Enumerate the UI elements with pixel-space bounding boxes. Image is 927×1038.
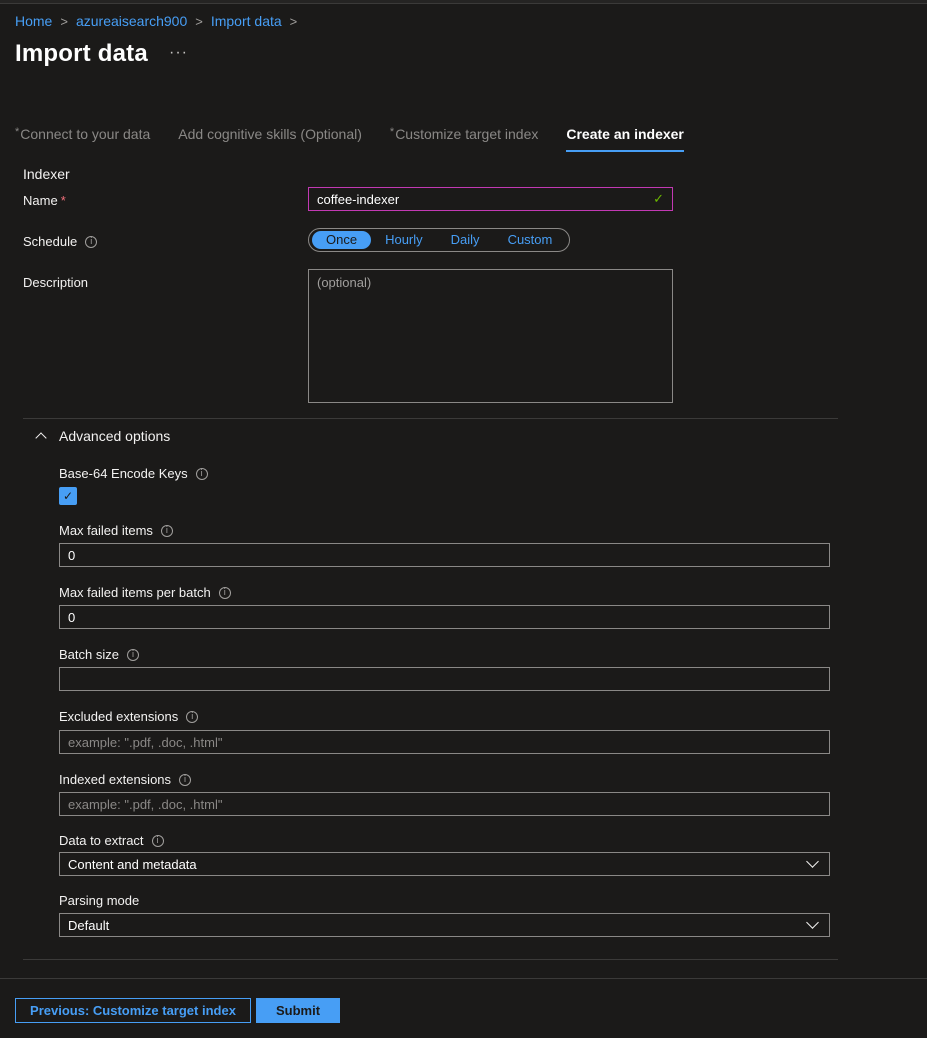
parsing-mode-value: Default <box>68 917 110 933</box>
top-bar <box>0 0 927 4</box>
schedule-label: Schedule i <box>23 234 98 249</box>
indexer-section-title: Indexer <box>23 166 70 182</box>
schedule-option-hourly[interactable]: Hourly <box>371 231 437 249</box>
info-icon[interactable]: i <box>218 586 231 599</box>
max-failed-label: Max failed items i <box>59 523 173 538</box>
info-icon[interactable]: i <box>179 773 192 786</box>
checkmark-icon: ✓ <box>653 191 664 206</box>
max-failed-batch-input[interactable]: 0 <box>59 605 830 629</box>
batch-size-label-text: Batch size <box>59 647 119 662</box>
info-icon[interactable]: i <box>160 524 173 537</box>
breadcrumb-home[interactable]: Home <box>15 13 52 29</box>
breadcrumb-search-service[interactable]: azureaisearch900 <box>76 13 187 29</box>
submit-button[interactable]: Submit <box>256 998 340 1023</box>
name-label-text: Name <box>23 193 58 208</box>
chevron-up-icon <box>35 432 47 444</box>
tab-label: Customize target index <box>395 126 539 142</box>
max-failed-label-text: Max failed items <box>59 523 153 538</box>
schedule-label-text: Schedule <box>23 234 78 249</box>
batch-size-label: Batch size i <box>59 647 139 662</box>
chevron-right-icon: > <box>195 13 203 29</box>
breadcrumb: Home > azureaisearch900 > Import data > <box>15 13 305 29</box>
required-marker: * <box>60 193 66 208</box>
indexer-name-value: coffee-indexer <box>317 191 400 207</box>
batch-size-input[interactable] <box>59 667 830 691</box>
tab-label: Add cognitive skills (Optional) <box>178 126 362 142</box>
info-icon[interactable]: i <box>151 834 164 847</box>
indexed-extensions-label: Indexed extensions i <box>59 772 192 787</box>
indexer-name-input[interactable]: coffee-indexer ✓ <box>308 187 673 211</box>
tab-label: Connect to your data <box>20 126 151 142</box>
required-marker: * <box>389 126 395 138</box>
divider <box>23 959 838 960</box>
excluded-extensions-input[interactable]: example: ".pdf, .doc, .html" <box>59 730 830 754</box>
schedule-option-once[interactable]: Once <box>312 231 372 249</box>
advanced-options-toggle[interactable]: Advanced options <box>35 428 170 444</box>
schedule-option-custom[interactable]: Custom <box>494 231 567 249</box>
indexed-extensions-label-text: Indexed extensions <box>59 772 172 787</box>
chevron-right-icon: > <box>60 13 68 29</box>
info-icon[interactable]: i <box>186 710 199 723</box>
info-icon[interactable]: i <box>85 235 98 248</box>
excluded-extensions-label: Excluded extensions i <box>59 709 199 724</box>
chevron-down-icon <box>806 916 819 929</box>
schedule-option-daily[interactable]: Daily <box>437 231 494 249</box>
data-to-extract-value: Content and metadata <box>68 856 197 872</box>
indexed-extensions-input[interactable]: example: ".pdf, .doc, .html" <box>59 792 830 816</box>
tab-cognitive-skills[interactable]: Add cognitive skills (Optional) <box>178 124 362 152</box>
excluded-extensions-label-text: Excluded extensions <box>59 709 179 724</box>
checkmark-icon: ✓ <box>62 489 74 503</box>
max-failed-input[interactable]: 0 <box>59 543 830 567</box>
info-icon[interactable]: i <box>126 648 139 661</box>
chevron-right-icon: > <box>289 13 298 29</box>
page-title: Import data <box>15 40 148 67</box>
name-label: Name * <box>23 193 66 208</box>
previous-button[interactable]: Previous: Customize target index <box>15 998 251 1023</box>
parsing-mode-label: Parsing mode <box>59 893 140 908</box>
tab-create-indexer[interactable]: Create an indexer <box>566 124 684 152</box>
max-failed-batch-label: Max failed items per batch i <box>59 585 231 600</box>
data-to-extract-label-text: Data to extract <box>59 833 144 848</box>
required-marker: * <box>15 126 20 138</box>
footer-divider <box>0 978 927 979</box>
chevron-down-icon <box>806 855 819 868</box>
breadcrumb-import-data[interactable]: Import data <box>211 13 282 29</box>
parsing-mode-select[interactable]: Default <box>59 913 830 937</box>
advanced-options-label: Advanced options <box>59 428 171 444</box>
data-to-extract-select[interactable]: Content and metadata <box>59 852 830 876</box>
description-label: Description <box>23 275 89 290</box>
base64-checkbox[interactable]: ✓ <box>59 487 77 505</box>
base64-label: Base-64 Encode Keys i <box>59 466 208 481</box>
tab-connect-data[interactable]: *Connect to your data <box>15 124 150 152</box>
divider <box>23 418 838 419</box>
info-icon[interactable]: i <box>195 467 208 480</box>
description-textarea[interactable]: (optional) <box>308 269 673 403</box>
base64-label-text: Base-64 Encode Keys <box>59 466 188 481</box>
tab-customize-index[interactable]: *Customize target index <box>390 124 538 152</box>
data-to-extract-label: Data to extract i <box>59 833 164 848</box>
schedule-selector: Once Hourly Daily Custom <box>308 228 571 252</box>
tab-label: Create an indexer <box>566 126 684 142</box>
max-failed-batch-label-text: Max failed items per batch <box>59 585 211 600</box>
more-options-icon[interactable]: ··· <box>169 44 188 62</box>
wizard-tabs: *Connect to your data Add cognitive skil… <box>15 124 712 152</box>
